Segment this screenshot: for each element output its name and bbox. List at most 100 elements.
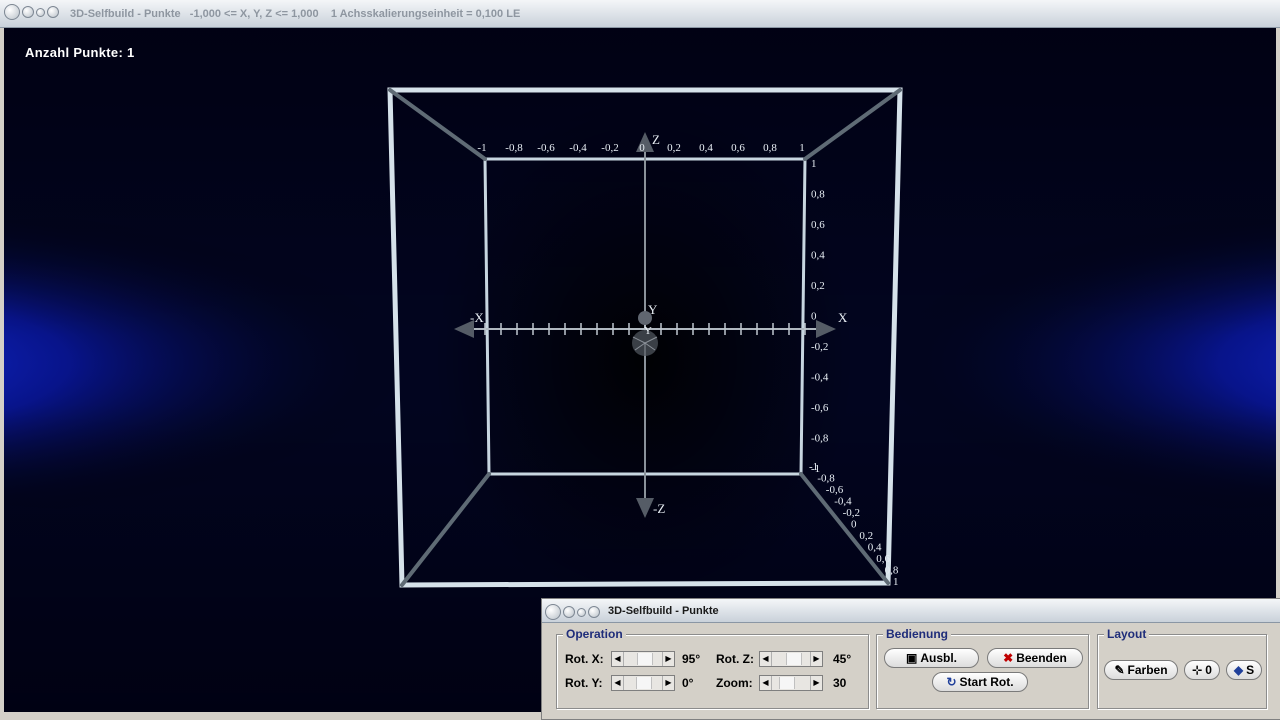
control-panel: 3D-Selfbuild - Punkte Operation Rot. X: … [541,598,1280,720]
rot-x-label: Rot. X: [565,652,604,666]
z-tick-label: 0,2 [811,280,825,292]
eraser-icon: ◆ [1233,663,1244,677]
axis-label-y: Y [648,302,658,317]
x-tick-label: 0,8 [763,142,777,154]
y-tick-label: 0 [851,519,857,531]
s-button-label: S [1246,663,1255,677]
x-tick-label: 1 [799,142,805,154]
operation-group: Operation Rot. X: ◀ ▶ 95° Rot. Y: ◀ ▶ 0°… [556,627,869,709]
paint-brush-icon: ✎ [1114,663,1125,677]
panel-close-icon[interactable] [545,604,561,620]
slider-left-arrow-icon[interactable]: ◀ [612,652,624,666]
y-tick-label: -0,2 [843,507,860,519]
close-icon: ✖ [1003,651,1014,665]
window-controls [4,4,59,20]
y-tick-label: -1 [809,461,818,473]
rot-y-slider[interactable]: ◀ ▶ [611,675,675,691]
window-title: 3D-Selfbuild - Punkte -1,000 <= X, Y, Z … [70,8,521,20]
minimize-window-icon[interactable] [22,6,34,18]
rot-y-value: 0° [682,676,694,690]
x-tick-label: -0,8 [505,142,523,154]
eye-hide-icon: ▣ [905,651,918,665]
panel-window-controls [545,604,600,620]
panel-app-icon [588,606,600,618]
window-titlebar: 3D-Selfbuild - Punkte -1,000 <= X, Y, Z … [0,0,1280,28]
y-tick-label: -0,8 [817,473,835,485]
point-count-label: Anzahl Punkte: 1 [25,45,135,60]
maximize-window-icon[interactable] [36,7,45,17]
y-tick-label: -0,4 [834,496,852,508]
rot-z-slider-thumb[interactable] [785,653,802,665]
z-tick-label: -0,2 [811,341,828,353]
rot-x-slider[interactable]: ◀ ▶ [611,651,675,667]
farben-button-label: Farben [1127,663,1168,677]
slider-left-arrow-icon[interactable]: ◀ [760,676,772,690]
z-tick-label: 1 [811,158,817,170]
zoom-label: Zoom: [716,676,753,690]
y-tick-label: 0,8 [885,565,899,577]
rot-z-label: Rot. Z: [716,652,754,666]
x-tick-label: 0 [639,142,645,154]
axis-label-x: X [838,310,848,325]
axis-label-z: Z [652,132,660,147]
slider-right-arrow-icon[interactable]: ▶ [810,652,822,666]
panel-title: 3D-Selfbuild - Punkte [608,605,719,617]
panel-titlebar: 3D-Selfbuild - Punkte [542,599,1280,623]
farben-button[interactable]: ✎ Farben [1104,660,1178,680]
zoom-slider[interactable]: ◀ ▶ [759,675,823,691]
zoom-value: 30 [833,676,847,690]
slider-right-arrow-icon[interactable]: ▶ [662,676,674,690]
axis-label-neg-y: Y [644,325,652,337]
rot-x-slider-thumb[interactable] [636,653,653,665]
origin-button[interactable]: ⊹ 0 [1184,660,1220,680]
s-button[interactable]: ◆ S [1226,660,1262,680]
bedienung-group-label: Bedienung [883,627,951,641]
rot-x-value: 95° [682,652,701,666]
ausbl-button[interactable]: ▣ Ausbl. [884,648,979,668]
slider-left-arrow-icon[interactable]: ◀ [612,676,624,690]
y-tick-label: -0,6 [826,484,844,496]
x-tick-label: -0,4 [569,142,587,154]
beenden-button[interactable]: ✖ Beenden [987,648,1083,668]
x-tick-label: -1 [477,142,486,154]
z-tick-label: -0,6 [811,402,829,414]
z-tick-label: 0,8 [811,189,825,201]
x-tick-label: 0,6 [731,142,745,154]
axis-label-neg-z: -Z [653,501,665,516]
panel-maximize-icon[interactable] [577,607,586,617]
rot-y-slider-thumb[interactable] [636,677,652,689]
z-tick-label: 0,4 [811,250,825,262]
rot-z-slider[interactable]: ◀ ▶ [759,651,823,667]
operation-group-label: Operation [563,627,626,641]
layout-group-label: Layout [1104,627,1150,641]
x-tick-label: 0,4 [699,142,713,154]
beenden-button-label: Beenden [1016,651,1067,665]
z-tick-label: -0,4 [811,372,829,384]
zoom-slider-thumb[interactable] [778,677,795,689]
y-tick-label: 0,4 [868,542,882,554]
bedienung-group: Bedienung ▣ Ausbl. ✖ Beenden ↻ Start Rot… [876,627,1089,709]
x-tick-label: -0,2 [601,142,618,154]
ausbl-button-label: Ausbl. [920,651,957,665]
x-tick-label: 0,2 [667,142,681,154]
start-rot-button-label: Start Rot. [959,675,1014,689]
z-tick-label: 0 [811,311,817,323]
rot-y-label: Rot. Y: [565,676,603,690]
layout-group: Layout ✎ Farben ⊹ 0 ◆ S [1097,627,1267,709]
rot-z-value: 45° [833,652,852,666]
crosshair-icon: ⊹ [1192,663,1203,677]
app-icon [47,6,59,18]
start-rot-button[interactable]: ↻ Start Rot. [932,672,1028,692]
slider-right-arrow-icon[interactable]: ▶ [810,676,822,690]
slider-right-arrow-icon[interactable]: ▶ [662,652,674,666]
axis-label-neg-x: -X [470,310,484,325]
origin-button-label: 0 [1205,663,1212,677]
y-tick-label: 0,2 [859,530,873,542]
panel-minimize-icon[interactable] [563,606,575,618]
slider-left-arrow-icon[interactable]: ◀ [760,652,772,666]
y-tick-label: 0,6 [876,553,890,565]
x-tick-label: -0,6 [537,142,555,154]
z-tick-label: 0,6 [811,219,825,231]
close-window-icon[interactable] [4,4,20,20]
y-tick-label: 1 [893,576,899,588]
